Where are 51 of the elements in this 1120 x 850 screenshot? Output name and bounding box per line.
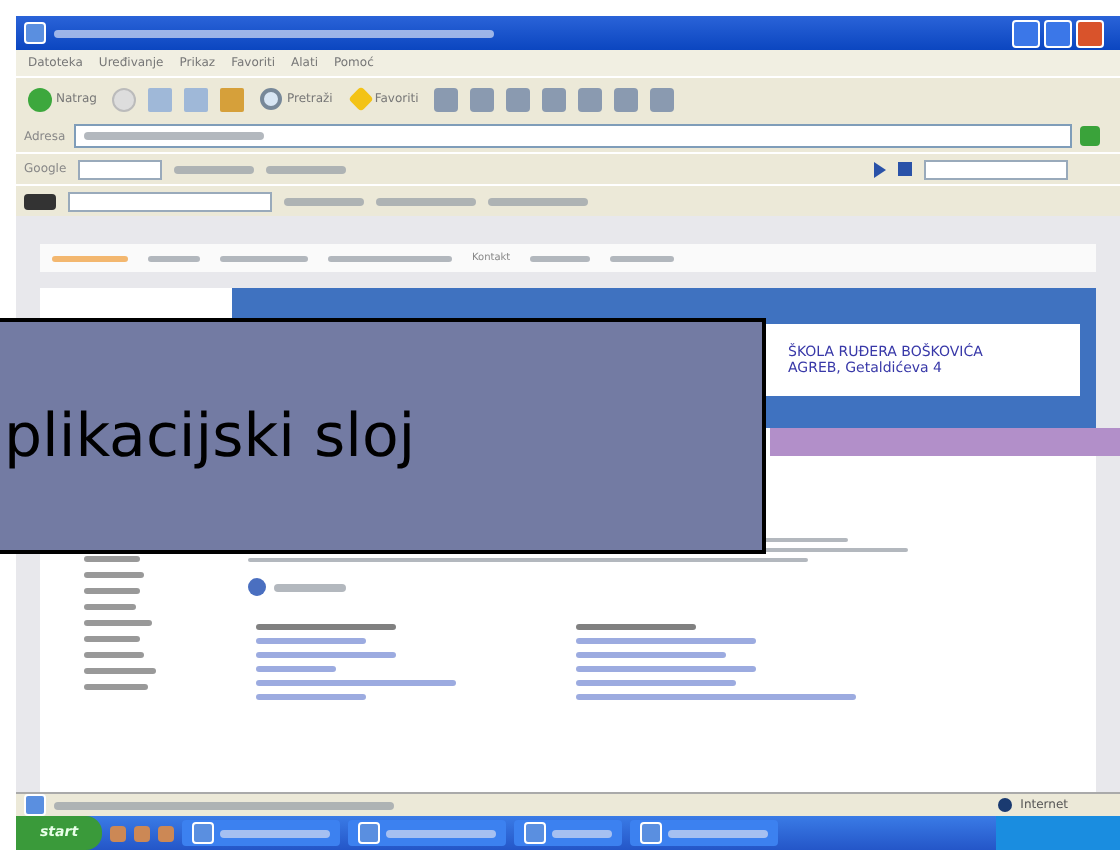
- sidebar-link[interactable]: [84, 588, 140, 594]
- nav-link[interactable]: [610, 255, 675, 261]
- content-link[interactable]: [576, 666, 756, 672]
- nav-link[interactable]: [148, 255, 200, 261]
- go-button[interactable]: [1080, 126, 1100, 146]
- sidebar-link[interactable]: [84, 572, 144, 578]
- content-link[interactable]: [256, 694, 366, 700]
- section-heading: [576, 624, 696, 630]
- sidebar-link[interactable]: [84, 620, 152, 626]
- more-link[interactable]: [274, 583, 346, 591]
- content-link[interactable]: [576, 680, 736, 686]
- taskbar-button[interactable]: [630, 820, 779, 846]
- sidebar-link[interactable]: [84, 556, 140, 562]
- content-link[interactable]: [576, 694, 856, 700]
- slide-title: plikacijski sloj: [0, 318, 766, 554]
- content-link[interactable]: [256, 652, 396, 658]
- sidebar-link[interactable]: [84, 668, 156, 674]
- sidebar-link[interactable]: [84, 636, 140, 642]
- play-icon[interactable]: [874, 161, 886, 177]
- section-heading: [256, 624, 396, 630]
- search-field[interactable]: [78, 159, 163, 179]
- maximize-button[interactable]: [1044, 19, 1072, 47]
- nav-link[interactable]: [220, 255, 308, 261]
- content-link[interactable]: [256, 666, 336, 672]
- back-icon: [28, 87, 52, 111]
- toolbar-button[interactable]: [266, 165, 347, 173]
- taskbar-button[interactable]: [348, 820, 507, 846]
- toolbar-button[interactable]: [174, 165, 255, 173]
- taskbar-button[interactable]: [514, 820, 623, 846]
- search-field[interactable]: [68, 191, 272, 211]
- sidebar-link[interactable]: [84, 684, 148, 690]
- address-field[interactable]: [73, 124, 1072, 148]
- toolbar-button[interactable]: [284, 197, 364, 205]
- content-link[interactable]: [576, 652, 726, 658]
- dropdown-field[interactable]: [924, 159, 1068, 179]
- system-tray: [996, 816, 1120, 850]
- search-icon: [260, 88, 283, 110]
- minimize-button[interactable]: [1012, 19, 1040, 47]
- sidebar-link[interactable]: [84, 604, 136, 610]
- close-button[interactable]: [1076, 19, 1104, 47]
- nav-link[interactable]: [328, 255, 452, 261]
- taskbar-button[interactable]: [182, 820, 341, 846]
- content-link[interactable]: [576, 638, 756, 644]
- toolbar-button[interactable]: [376, 197, 476, 205]
- toolbar-button[interactable]: [488, 197, 588, 205]
- stop-icon[interactable]: [898, 162, 912, 176]
- content-link[interactable]: [256, 638, 366, 644]
- nav-link[interactable]: [52, 255, 128, 261]
- nav-link[interactable]: [530, 255, 591, 261]
- content-link[interactable]: [256, 680, 456, 686]
- sidebar-link[interactable]: [84, 652, 144, 658]
